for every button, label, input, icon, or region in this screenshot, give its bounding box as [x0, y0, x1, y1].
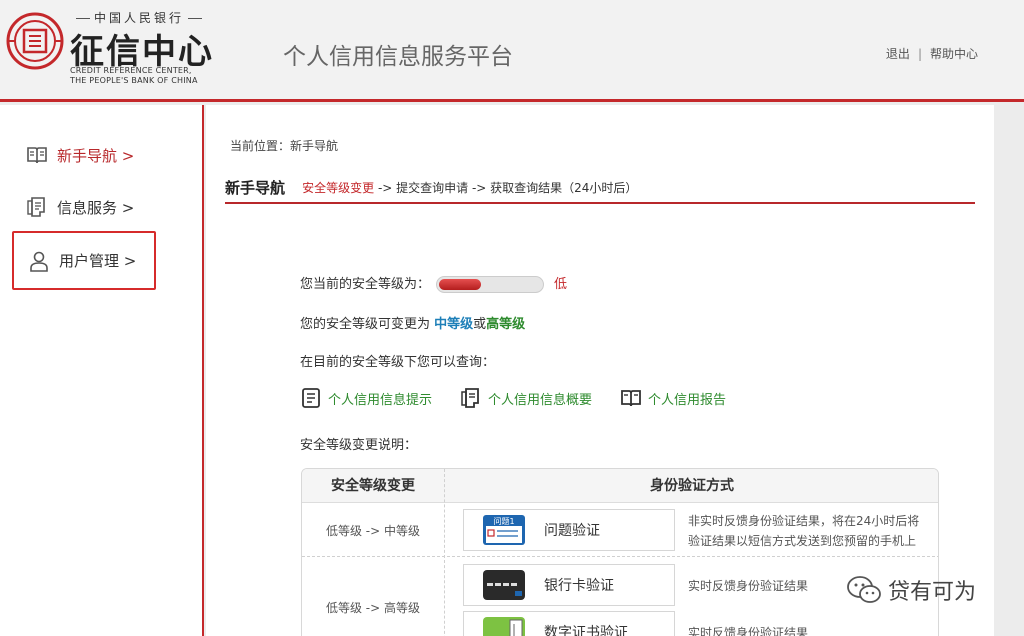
- book-icon: [621, 390, 641, 407]
- platform-title: 个人信用信息服务平台: [283, 44, 513, 70]
- credit-info-summary-link[interactable]: 个人信用信息概要: [460, 387, 592, 409]
- sidebar: 新手导航 > 信息服务 > 用户管理 >: [0, 105, 204, 636]
- table-row-level: 低等级 -> 高等级: [325, 601, 420, 615]
- page-header: 中国人民银行 征信中心 CREDIT REFERENCE CENTER, THE…: [0, 0, 1024, 102]
- bank-card-icon: [483, 570, 525, 600]
- column-divider: [444, 469, 445, 636]
- question-verify-option[interactable]: 问题1 问题验证: [463, 509, 675, 551]
- page-title: 新手导航: [225, 179, 286, 197]
- mid-level-text: 中等级: [434, 317, 474, 332]
- pboc-emblem-icon: [6, 12, 64, 70]
- method-description: 实时反馈身份验证结果: [688, 579, 809, 593]
- method-description-line: 非实时反馈身份验证结果，将在24小时后将: [688, 514, 920, 528]
- or-text: 或: [473, 317, 487, 332]
- bank-card-verify-option[interactable]: 银行卡验证: [463, 564, 675, 606]
- document-icon: [27, 197, 45, 217]
- query-label: 在目前的安全等级下您可以查询：: [300, 355, 496, 370]
- help-center-link[interactable]: 帮助中心: [930, 47, 978, 61]
- book-icon: [27, 147, 47, 164]
- watermark: 贷有可为: [846, 574, 976, 606]
- security-level-value: 低: [554, 277, 568, 292]
- table-row-level: 低等级 -> 中等级: [325, 524, 420, 538]
- credit-info-tip-link[interactable]: 个人信用信息提示: [300, 387, 432, 409]
- wechat-icon: [847, 576, 881, 603]
- link-label: 个人信用信息概要: [488, 392, 593, 408]
- document-icon: [461, 388, 479, 408]
- method-label: 数字证书验证: [544, 625, 628, 636]
- method-description: 非实时反馈身份验证结果，将在24小时后将 验证结果以短信方式发送到您预留的手机上: [688, 511, 919, 551]
- right-gutter: [994, 105, 1024, 636]
- user-icon: [30, 251, 48, 272]
- method-label: 问题验证: [544, 523, 600, 539]
- page-heading: 新手导航 安全等级变更 -> 提交查询申请 -> 获取查询结果（24小时后）: [225, 177, 975, 204]
- question-verify-icon: 问题1: [483, 515, 525, 545]
- security-level-label: 您当前的安全等级为：: [300, 277, 431, 292]
- query-links: 个人信用信息提示 个人信用信息概要 个人信用报告: [300, 387, 754, 409]
- explain-label: 安全等级变更说明：: [300, 438, 418, 453]
- logo-english-line2: THE PEOPLE'S BANK OF CHINA: [70, 76, 198, 85]
- method-description-line: 验证结果以短信方式发送到您预留的手机上: [688, 534, 917, 548]
- sidebar-item-newbie-guide[interactable]: 新手导航 >: [12, 127, 156, 183]
- table-header-level: 安全等级变更: [331, 478, 415, 494]
- security-change-row: 您的安全等级可变更为 中等级或高等级: [300, 313, 525, 332]
- row-divider: [302, 556, 938, 557]
- method-description: 实时反馈身份验证结果: [688, 626, 809, 636]
- security-level-meter: [436, 276, 545, 293]
- security-level-fill: [439, 279, 482, 290]
- link-label: 个人信用信息提示: [328, 392, 433, 408]
- high-level-text: 高等级: [486, 317, 526, 332]
- credit-report-link[interactable]: 个人信用报告: [620, 387, 726, 409]
- security-change-prefix: 您的安全等级可变更为: [300, 317, 435, 332]
- sidebar-item-label: 用户管理 >: [59, 252, 137, 270]
- table-header: 安全等级变更 身份验证方式: [302, 469, 938, 503]
- flow-step-rest: -> 提交查询申请 -> 获取查询结果（24小时后）: [374, 181, 638, 195]
- sidebar-item-info-service[interactable]: 信息服务 >: [12, 179, 156, 235]
- list-doc-icon: [302, 388, 320, 408]
- breadcrumb: 当前位置：新手导航: [230, 139, 339, 153]
- watermark-text: 贷有可为: [888, 580, 977, 605]
- flow-step-current: 安全等级变更: [302, 181, 375, 195]
- security-level-row: 您当前的安全等级为： 低: [300, 273, 567, 293]
- header-separator: |: [917, 47, 922, 61]
- logo-english: CREDIT REFERENCE CENTER, THE PEOPLE'S BA…: [70, 66, 198, 86]
- digital-cert-verify-option[interactable]: 数字证书验证: [463, 611, 675, 636]
- question-icon-text: 问题1: [493, 517, 514, 526]
- table-header-method: 身份验证方式: [650, 478, 734, 494]
- flow-steps: 安全等级变更 -> 提交查询申请 -> 获取查询结果（24小时后）: [302, 181, 637, 195]
- logo-english-line1: CREDIT REFERENCE CENTER,: [70, 66, 192, 75]
- logout-link[interactable]: 退出: [886, 47, 910, 61]
- sidebar-item-label: 新手导航 >: [57, 146, 135, 165]
- header-links: 退出 | 帮助中心: [886, 45, 978, 62]
- method-label: 银行卡验证: [544, 578, 614, 594]
- main-content: 当前位置：新手导航 新手导航 安全等级变更 -> 提交查询申请 -> 获取查询结…: [206, 105, 994, 636]
- sidebar-item-user-management[interactable]: 用户管理 >: [12, 231, 156, 290]
- security-table: 安全等级变更 身份验证方式 低等级 -> 中等级 问题1 问题验证 非实时反馈身…: [301, 468, 939, 636]
- sidebar-item-label: 信息服务 >: [57, 198, 135, 217]
- digital-certificate-icon: [483, 617, 525, 636]
- link-label: 个人信用报告: [648, 392, 727, 408]
